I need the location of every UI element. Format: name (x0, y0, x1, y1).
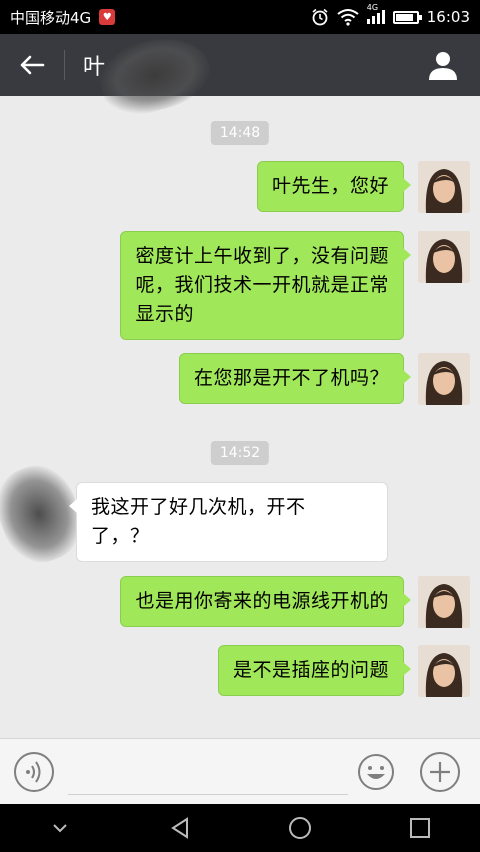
message-line: 呢，我们技术一开机就是正常 (135, 274, 389, 296)
plus-icon (430, 762, 450, 782)
nav-home-button[interactable] (280, 808, 320, 848)
message-line: 密度计上午收到了，没有问题 (135, 245, 389, 267)
avatar[interactable] (418, 231, 470, 283)
avatar[interactable] (418, 161, 470, 213)
app-notification-icon: ♥ (99, 9, 116, 25)
message-outgoing[interactable]: 密度计上午收到了，没有问题 呢，我们技术一开机就是正常 显示的 (120, 231, 411, 340)
status-bar: 中国移动4G ♥ 4G 16:03 (0, 0, 480, 34)
message-line: 我这开了好几次机，开不 (91, 496, 306, 518)
chat-header: 叶 (0, 34, 480, 96)
avatar-photo (418, 161, 470, 213)
hide-nav-button[interactable] (40, 808, 80, 848)
chevron-down-icon (53, 824, 67, 833)
input-bar (0, 738, 480, 804)
timestamp-chip: 14:48 (210, 121, 270, 145)
battery-level (395, 13, 413, 21)
battery-icon (392, 10, 422, 24)
clock: 16:03 (426, 8, 470, 26)
voice-button[interactable] (14, 752, 54, 792)
avatar[interactable] (418, 645, 470, 697)
message-line: 了，？ (91, 525, 150, 547)
message-outgoing[interactable]: 叶先生，您好 (256, 161, 412, 212)
network-type-label: 4G (366, 3, 379, 12)
nav-recents-button[interactable] (400, 808, 440, 848)
message-input[interactable] (68, 749, 348, 795)
avatar-photo (418, 353, 470, 405)
message-outgoing[interactable]: 是不是插座的问题 (217, 645, 412, 696)
message-incoming[interactable]: 我这开了好几次机，开不 了，？ (69, 482, 388, 562)
chat-area[interactable]: 14:48 叶先生，您好 密度计上午收到了，没有问题 呢，我们技术一开机就是正常… (0, 96, 480, 738)
alarm-icon (312, 8, 328, 26)
nav-back-button[interactable] (160, 808, 200, 848)
avatar-photo (418, 231, 470, 283)
header-divider (64, 50, 65, 80)
message-outgoing[interactable]: 也是用你寄来的电源线开机的 (120, 576, 411, 627)
triangle-back-icon (171, 817, 188, 839)
smiley-icon (358, 754, 394, 790)
voice-icon (26, 761, 41, 783)
avatar-photo (418, 645, 470, 697)
emoji-button[interactable] (356, 752, 396, 792)
avatar[interactable] (418, 353, 470, 405)
avatar[interactable] (418, 576, 470, 628)
arrow-left-icon (20, 55, 45, 75)
circle-home-icon (289, 817, 311, 839)
message-line: 显示的 (135, 303, 194, 325)
signal-icon: 4G (366, 3, 385, 24)
avatar-photo (418, 576, 470, 628)
carrier-label: 中国移动4G (10, 8, 92, 27)
wifi-icon (337, 9, 359, 26)
back-button[interactable] (0, 34, 64, 96)
profile-icon[interactable] (426, 48, 460, 82)
square-recents-icon (410, 818, 430, 838)
timestamp-chip: 14:52 (210, 441, 270, 465)
system-nav-bar (0, 804, 480, 852)
more-button[interactable] (420, 752, 460, 792)
message-outgoing[interactable]: 在您那是开不了机吗？ (178, 353, 412, 404)
